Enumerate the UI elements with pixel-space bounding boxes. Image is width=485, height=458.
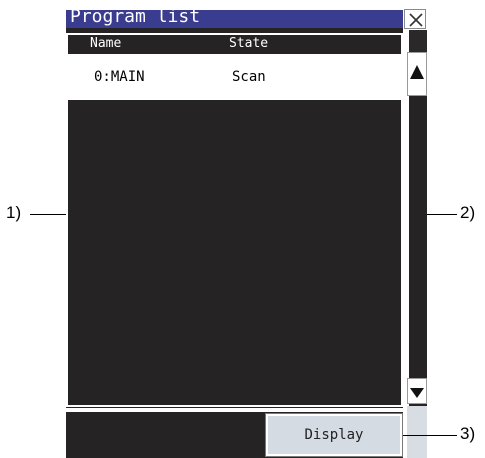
window-title: Program list: [70, 6, 201, 27]
scroll-down-button[interactable]: [407, 378, 427, 404]
triangle-down-icon: [410, 388, 424, 398]
close-button[interactable]: [404, 9, 426, 29]
callout-3-line: [403, 435, 457, 436]
display-button[interactable]: Display: [265, 413, 403, 457]
close-icon: [409, 13, 423, 27]
scrollbar-top-cap: [409, 30, 427, 52]
callout-1-line: [30, 214, 66, 215]
callout-2: 2): [460, 203, 476, 222]
callout-3: 3): [460, 424, 476, 443]
column-header-state: State: [229, 36, 269, 51]
row-state-cell: Scan: [232, 69, 266, 85]
column-header-name: Name: [90, 36, 122, 51]
callout-1: 1): [6, 203, 22, 222]
row-name-cell: 0:MAIN: [94, 69, 145, 85]
scroll-up-button[interactable]: [407, 52, 427, 96]
scrollbar-bottom-strip: [407, 406, 427, 458]
callout-2-line: [427, 214, 457, 215]
triangle-up-icon: [410, 65, 424, 79]
